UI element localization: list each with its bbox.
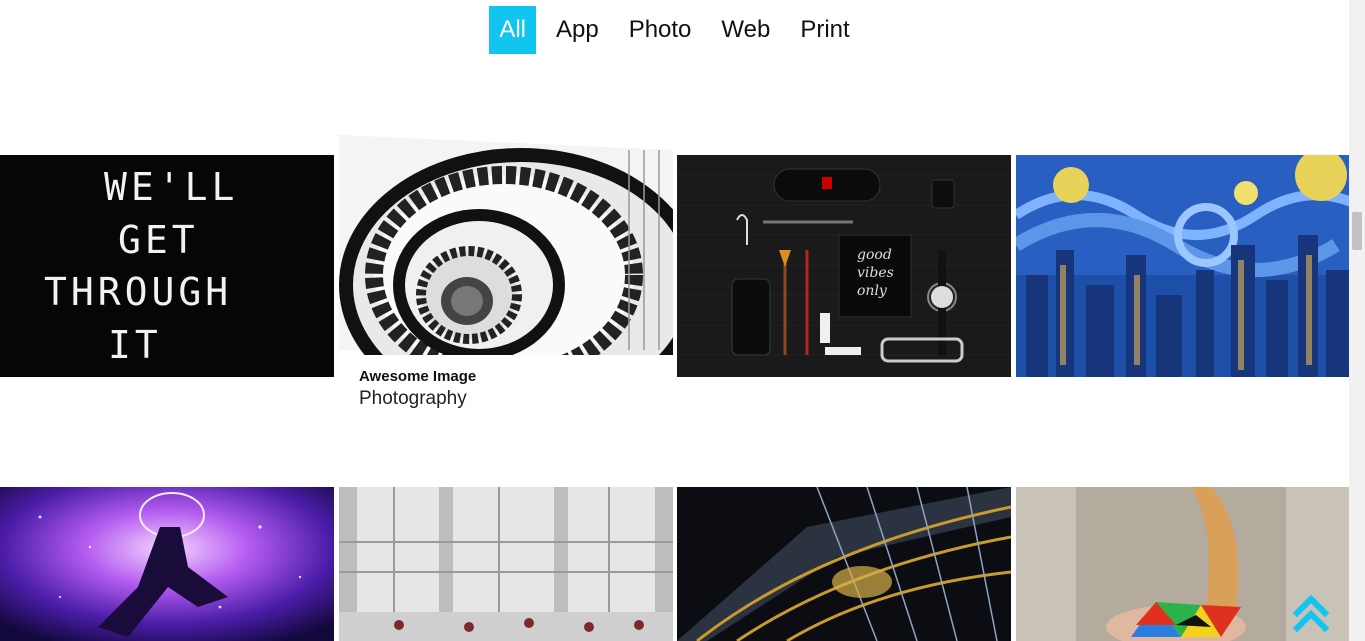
caption-title: Awesome Image [359, 368, 477, 385]
hover-caption: Awesome Image Photography [359, 368, 476, 410]
spiral-staircase-image [339, 135, 673, 355]
gallery-item-escalator-tunnel[interactable] [677, 487, 1011, 641]
gallery-item-flatlay-gadgets[interactable]: good vibes only [677, 155, 1011, 377]
filter-all[interactable]: All [489, 6, 536, 54]
portfolio-filters: All App Photo Web Print [0, 6, 1349, 54]
escalator-tunnel-image [677, 487, 1011, 641]
scrollbar-thumb[interactable] [1352, 212, 1362, 250]
gadgets-flatlay-image: good vibes only [677, 155, 1011, 377]
filter-print[interactable]: Print [790, 6, 859, 54]
chalk-line-3: THROUGH [44, 270, 232, 314]
cosmic-figure-image [0, 487, 334, 641]
notebook-line-2: vibes [857, 265, 894, 281]
gallery-item-spiral-staircase[interactable] [339, 130, 673, 355]
gallery-item-well-get-through-it[interactable]: WE'LL GET THROUGH IT [0, 155, 334, 377]
vertical-scrollbar[interactable] [1349, 0, 1365, 641]
chalk-line-2: GET [118, 218, 199, 262]
filter-photo[interactable]: Photo [619, 6, 702, 54]
chalk-line-1: WE'LL [104, 165, 238, 209]
caption-subtitle: Photography [359, 388, 467, 409]
starry-city-image [1016, 155, 1349, 377]
atrium-windows-image [339, 487, 673, 641]
chalk-text-image: WE'LL GET THROUGH IT [0, 155, 334, 377]
gallery-item-atrium-windows[interactable] [339, 487, 673, 641]
filter-app[interactable]: App [546, 6, 609, 54]
notebook-line-3: only [857, 283, 888, 299]
chalk-line-4: IT [108, 323, 162, 367]
chevron-double-up-icon [1292, 594, 1330, 633]
gallery-item-cosmic-figure[interactable] [0, 487, 334, 641]
back-to-top-button[interactable] [1291, 593, 1331, 633]
gallery-item-starry-city[interactable] [1016, 155, 1349, 377]
filter-web[interactable]: Web [711, 6, 780, 54]
notebook-line-1: good [857, 247, 892, 263]
